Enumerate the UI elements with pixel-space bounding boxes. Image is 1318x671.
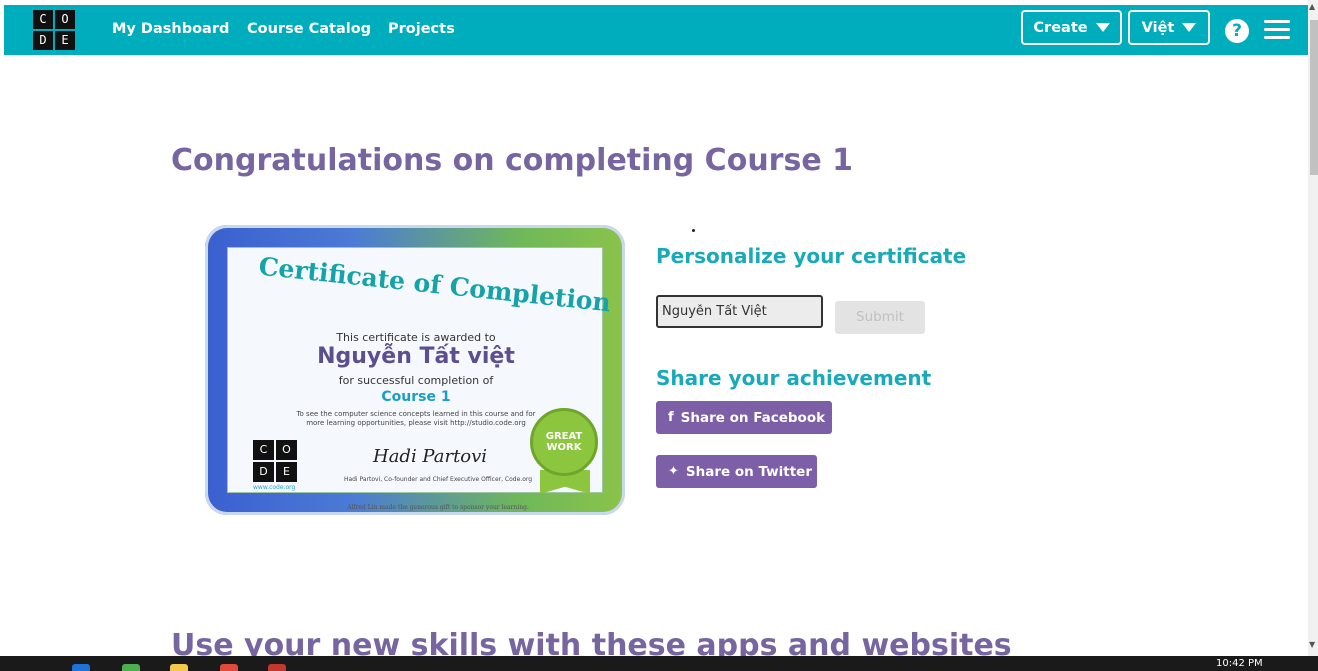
certificate-course: Course 1: [381, 389, 451, 405]
create-label: Create: [1033, 19, 1088, 36]
logo-letter: O: [55, 10, 75, 29]
logo-letter: E: [55, 31, 75, 50]
certificate-completion-text: for successful completion of: [338, 374, 494, 387]
taskbar-clock[interactable]: 10:42 PM: [1216, 658, 1263, 669]
share-facebook-button[interactable]: f Share on Facebook: [656, 401, 832, 434]
facebook-icon: f: [668, 410, 674, 425]
certificate-recipient: Nguyễn Tất việt: [317, 344, 515, 369]
certificate-signer: Hadi Partovi, Co-founder and Chief Execu…: [343, 476, 533, 483]
nav-projects[interactable]: Projects: [388, 21, 455, 37]
certificate-image: Certificate of Completion This certifica…: [205, 225, 625, 515]
code-org-logo[interactable]: C O D E: [33, 10, 75, 50]
badge-text: GREAT WORK: [545, 431, 583, 453]
certificate-signature: Hadi Partovi: [373, 446, 488, 467]
share-twitter-button[interactable]: ✦ Share on Twitter: [656, 455, 817, 488]
page-title: Congratulations on completing Course 1: [171, 143, 853, 178]
certificate-info-text: To see the computer science concepts lea…: [296, 410, 536, 427]
language-dropdown-button[interactable]: Việt: [1128, 10, 1210, 45]
great-work-badge: GREAT WORK: [530, 408, 598, 476]
certificate-code-logo: CO DE: [253, 440, 297, 482]
scrollbar-thumb[interactable]: [1310, 20, 1318, 175]
certificate-awarded-text: This certificate is awarded to: [336, 331, 496, 344]
os-taskbar: 10:42 PM: [0, 656, 1318, 671]
nav-course-catalog[interactable]: Course Catalog: [247, 21, 371, 37]
chrome-taskbar-icon[interactable]: [220, 664, 238, 671]
caret-down-icon: [1095, 23, 1110, 32]
logo-letter: C: [33, 10, 53, 29]
certificate-gift-text: Alfred Lin made the generous gift to spo…: [347, 504, 529, 511]
logo-letter: D: [33, 31, 53, 50]
caret-down-icon: [1182, 23, 1197, 32]
app-taskbar-icon[interactable]: [122, 664, 140, 671]
browser-taskbar-icon[interactable]: [72, 664, 90, 671]
language-label: Việt: [1141, 19, 1175, 36]
share-twitter-label: Share on Twitter: [685, 463, 812, 480]
certificate-inner: Certificate of Completion This certifica…: [227, 247, 613, 511]
nav-my-dashboard[interactable]: My Dashboard: [112, 21, 229, 37]
share-facebook-label: Share on Facebook: [680, 409, 826, 426]
share-heading: Share your achievement: [656, 366, 932, 390]
create-dropdown-button[interactable]: Create: [1021, 10, 1122, 45]
personalize-heading: Personalize your certificate: [656, 244, 967, 268]
scroll-down-arrow-icon[interactable]: ▼: [1309, 640, 1315, 649]
certificate-url: www.code.org: [253, 484, 296, 491]
hamburger-menu-icon[interactable]: [1264, 20, 1290, 40]
bullet-dot: [692, 229, 695, 232]
app2-taskbar-icon[interactable]: [268, 664, 286, 671]
folder-taskbar-icon[interactable]: [170, 664, 188, 671]
twitter-icon: ✦: [668, 464, 679, 479]
scroll-up-arrow-icon[interactable]: ▲: [1309, 2, 1315, 11]
top-navigation-bar: C O D E My Dashboard Course Catalog Proj…: [4, 5, 1308, 55]
certificate-name-input[interactable]: [656, 295, 823, 328]
submit-button[interactable]: Submit: [835, 301, 925, 334]
help-icon[interactable]: ?: [1225, 19, 1249, 43]
certificate-heading: Certificate of Completion: [257, 251, 613, 318]
